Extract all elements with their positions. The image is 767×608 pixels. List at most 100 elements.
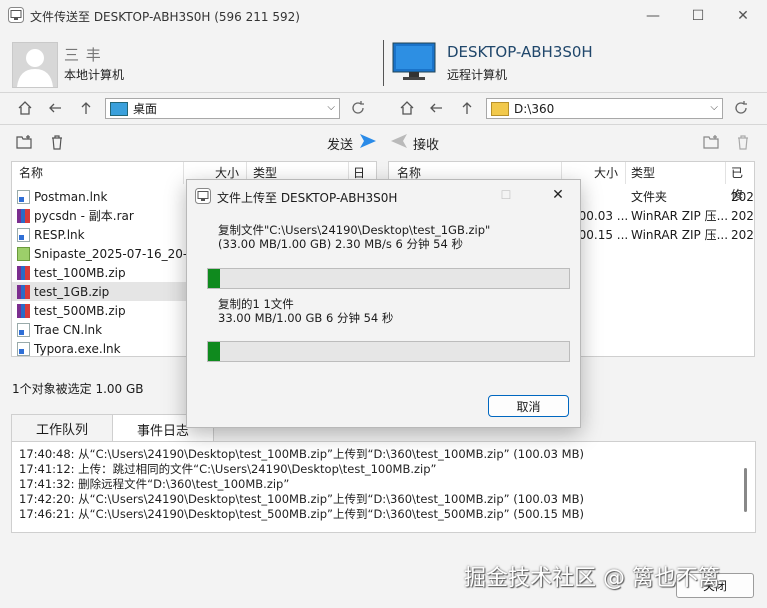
remote-computer-label: 远程计算机 — [447, 68, 508, 82]
trash-icon — [738, 135, 748, 150]
close-icon: ✕ — [552, 187, 564, 203]
tab-label: 工作队列 — [35, 423, 88, 438]
file-type: WinRAR ZIP 压... — [631, 209, 729, 223]
refresh-icon — [735, 101, 747, 114]
right-delete-button[interactable] — [732, 131, 754, 153]
image-icon — [17, 246, 30, 261]
archive-icon — [17, 284, 30, 299]
minimize-button[interactable]: — — [630, 0, 676, 31]
right-path-text: D:\360 — [514, 101, 555, 116]
cancel-button[interactable]: 取消 — [488, 395, 569, 417]
total-progress-bar — [207, 341, 570, 362]
dialog-close-button[interactable]: ✕ — [535, 180, 581, 210]
file-name: Snipaste_2025-07-16_20-4... — [34, 246, 207, 261]
file-progress-bar — [207, 268, 570, 289]
right-refresh-button[interactable] — [730, 97, 752, 119]
shortcut-icon — [17, 189, 30, 204]
window-title: 文件传送至 DESKTOP-ABH3S0H (596 211 592) — [30, 10, 300, 24]
file-progress-fill — [208, 269, 220, 288]
transfer-rate: (33.00 MB/1.00 GB) 2.30 MB/s 6 分钟 54 秒 — [218, 237, 463, 251]
folder-icon — [491, 101, 509, 116]
desktop-folder-icon — [110, 101, 128, 116]
receive-button[interactable] — [390, 133, 408, 149]
teamviewer-logo-icon — [195, 188, 211, 204]
file-date: 2025 — [731, 208, 754, 223]
file-type: 文件夹 — [631, 190, 668, 204]
arrow-left-icon — [430, 103, 442, 113]
archive-icon — [17, 208, 30, 223]
file-date: 2025 — [731, 227, 754, 242]
receive-arrow-icon — [391, 134, 407, 148]
new-folder-icon — [703, 135, 719, 149]
header-separator — [0, 92, 767, 93]
log-scrollbar[interactable] — [744, 468, 747, 512]
remote-computer-name: DESKTOP-ABH3S0H — [447, 43, 593, 61]
right-up-button[interactable] — [456, 97, 478, 119]
close-window-button[interactable]: ✕ — [720, 0, 766, 31]
col-size[interactable]: 大小 — [594, 162, 618, 184]
right-path-select[interactable]: D:\360 ⌵ — [486, 98, 723, 119]
file-name: Trae CN.lnk — [34, 322, 103, 337]
receive-label[interactable]: 接收 — [413, 134, 439, 153]
event-log[interactable]: 17:40:48: 从“C:\Users\24190\Desktop\test_… — [11, 441, 756, 533]
new-folder-icon — [16, 135, 32, 149]
file-name: RESP.lnk — [34, 227, 85, 242]
refresh-icon — [352, 101, 364, 114]
copied-files-detail: 33.00 MB/1.00 GB 6 分钟 54 秒 — [218, 311, 394, 325]
dialog-maximize-button[interactable]: ☐ — [483, 180, 529, 210]
send-arrow-icon — [360, 134, 376, 148]
file-name: Typora.exe.lnk — [34, 341, 121, 356]
left-path-text: 桌面 — [133, 102, 158, 116]
file-name: test_100MB.zip — [34, 265, 126, 280]
minimize-icon: — — [646, 7, 660, 24]
send-label[interactable]: 发送 — [327, 134, 353, 153]
log-line: 17:41:12: 上传：跳过相同的文件“C:\Users\24190\Desk… — [19, 462, 437, 476]
trash-icon — [52, 135, 62, 150]
left-back-button[interactable] — [44, 97, 66, 119]
close-icon: ✕ — [737, 7, 749, 24]
tab-label: 事件日志 — [136, 423, 189, 439]
col-modified[interactable]: 已修 — [731, 162, 754, 202]
home-icon — [400, 101, 414, 115]
upload-dialog: 文件上传至 DESKTOP-ABH3S0H ☐ ✕ 复制文件"C:\Users\… — [186, 179, 581, 428]
arrow-up-icon — [81, 102, 91, 114]
left-path-select[interactable]: 桌面 ⌵ — [105, 98, 340, 119]
maximize-button[interactable]: ☐ — [675, 0, 721, 31]
right-home-button[interactable] — [396, 97, 418, 119]
right-back-button[interactable] — [425, 97, 447, 119]
col-type[interactable]: 类型 — [631, 162, 655, 184]
chevron-down-icon: ⌵ — [327, 102, 335, 113]
local-computer-name: 三 丰 — [64, 46, 102, 64]
left-refresh-button[interactable] — [347, 97, 369, 119]
monitor-icon — [392, 42, 436, 82]
cancel-label: 取消 — [516, 399, 541, 414]
log-line: 17:46:21: 从“C:\Users\24190\Desktop\test_… — [19, 507, 584, 521]
log-line: 17:40:48: 从“C:\Users\24190\Desktop\test_… — [19, 447, 584, 461]
column-separator — [725, 162, 726, 184]
toolbar-separator — [0, 124, 767, 125]
watermark: 掘金技术社区 @ 篱也不篱 — [464, 566, 720, 591]
selection-status: 1个对象被选定 1.00 GB — [12, 382, 144, 396]
shortcut-icon — [17, 227, 30, 242]
file-name: test_500MB.zip — [34, 303, 126, 318]
left-home-button[interactable] — [14, 97, 36, 119]
send-button[interactable] — [359, 133, 377, 149]
file-name: Postman.lnk — [34, 189, 108, 204]
dialog-title: 文件上传至 DESKTOP-ABH3S0H — [217, 191, 398, 205]
arrow-up-icon — [462, 102, 472, 114]
shortcut-icon — [17, 322, 30, 337]
left-new-folder-button[interactable] — [14, 131, 36, 153]
tab-work-queue[interactable]: 工作队列 — [11, 414, 113, 442]
teamviewer-logo-icon — [8, 7, 24, 23]
arrow-left-icon — [49, 103, 61, 113]
shortcut-icon — [17, 341, 30, 356]
maximize-icon: ☐ — [500, 188, 512, 202]
file-name: test_1GB.zip — [34, 284, 110, 299]
local-computer-label: 本地计算机 — [64, 68, 125, 82]
left-up-button[interactable] — [75, 97, 97, 119]
left-delete-button[interactable] — [46, 131, 68, 153]
right-new-folder-button[interactable] — [701, 131, 723, 153]
col-name[interactable]: 名称 — [19, 162, 43, 184]
file-type: WinRAR ZIP 压... — [631, 228, 729, 242]
column-separator — [625, 162, 626, 184]
